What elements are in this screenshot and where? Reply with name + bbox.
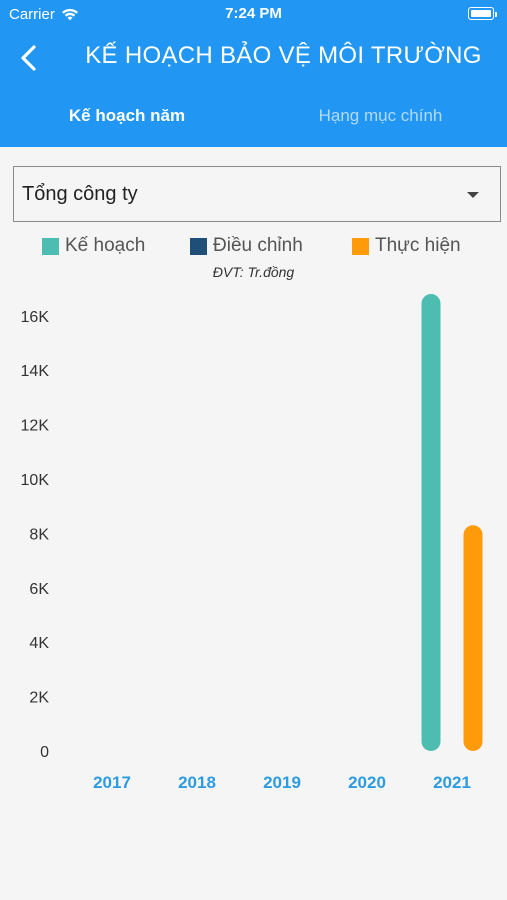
status-bar: Carrier 7:24 PM [0,0,507,28]
x-category-label: 2020 [348,773,386,792]
bar-thực-hiện-2021[interactable] [463,525,483,751]
y-tick-label: 10K [21,472,50,489]
page-title: KẾ HOẠCH BẢO VỆ MÔI TRƯỜNG [85,42,482,69]
y-tick-label: 4K [29,635,49,652]
bar-kế-hoạch-2021[interactable] [421,294,441,751]
back-button[interactable] [14,40,46,76]
bar-chart: 0 2K 4K 6K 8K 10K 12K 14K 16K 2017 2018 2019 2020 202… [21,294,483,792]
tab-ke-hoach-nam[interactable]: Kế hoạch năm [0,106,254,126]
tab-hang-muc-chinh[interactable]: Hạng mục chính [254,106,507,126]
unit-label: ĐVT: Tr.đồng [212,264,295,280]
legend-dieu-chinh: Điều chỉnh [190,235,303,257]
x-category-label: 2019 [263,773,301,792]
y-tick-label: 6K [29,581,49,598]
legend-label-thuc-hien: Thực hiện [375,235,461,256]
x-category-label: 2017 [93,773,131,792]
y-tick-label: 0 [40,744,49,761]
y-tick-label: 14K [21,363,50,380]
app-header: Carrier 7:24 PM KẾ HOẠCH BẢO VỆ MÔI TRƯỜ… [0,0,507,147]
x-category-label: 2021 [433,773,471,792]
legend-label-ke-hoach: Kế hoạch [65,235,146,256]
legend-thuc-hien: Thực hiện [352,235,461,257]
status-time: 7:24 PM [225,5,282,22]
y-tick-label: 12K [21,418,50,435]
x-category-label: 2018 [178,773,216,792]
legend-label-dieu-chinh: Điều chỉnh [213,235,303,256]
y-tick-label: 8K [29,526,49,543]
company-select-value: Tổng công ty [22,183,138,205]
battery-icon [468,7,497,20]
legend-ke-hoach: Kế hoạch [42,235,145,257]
y-tick-label: 2K [29,690,49,707]
legend-swatch-dieu-chinh [190,237,207,255]
y-tick-label: 16K [21,309,50,326]
legend-swatch-ke-hoach [42,237,59,255]
company-select[interactable]: Tổng công ty [13,166,501,222]
chevron-down-icon [467,192,479,198]
legend-swatch-thuc-hien [352,237,369,255]
